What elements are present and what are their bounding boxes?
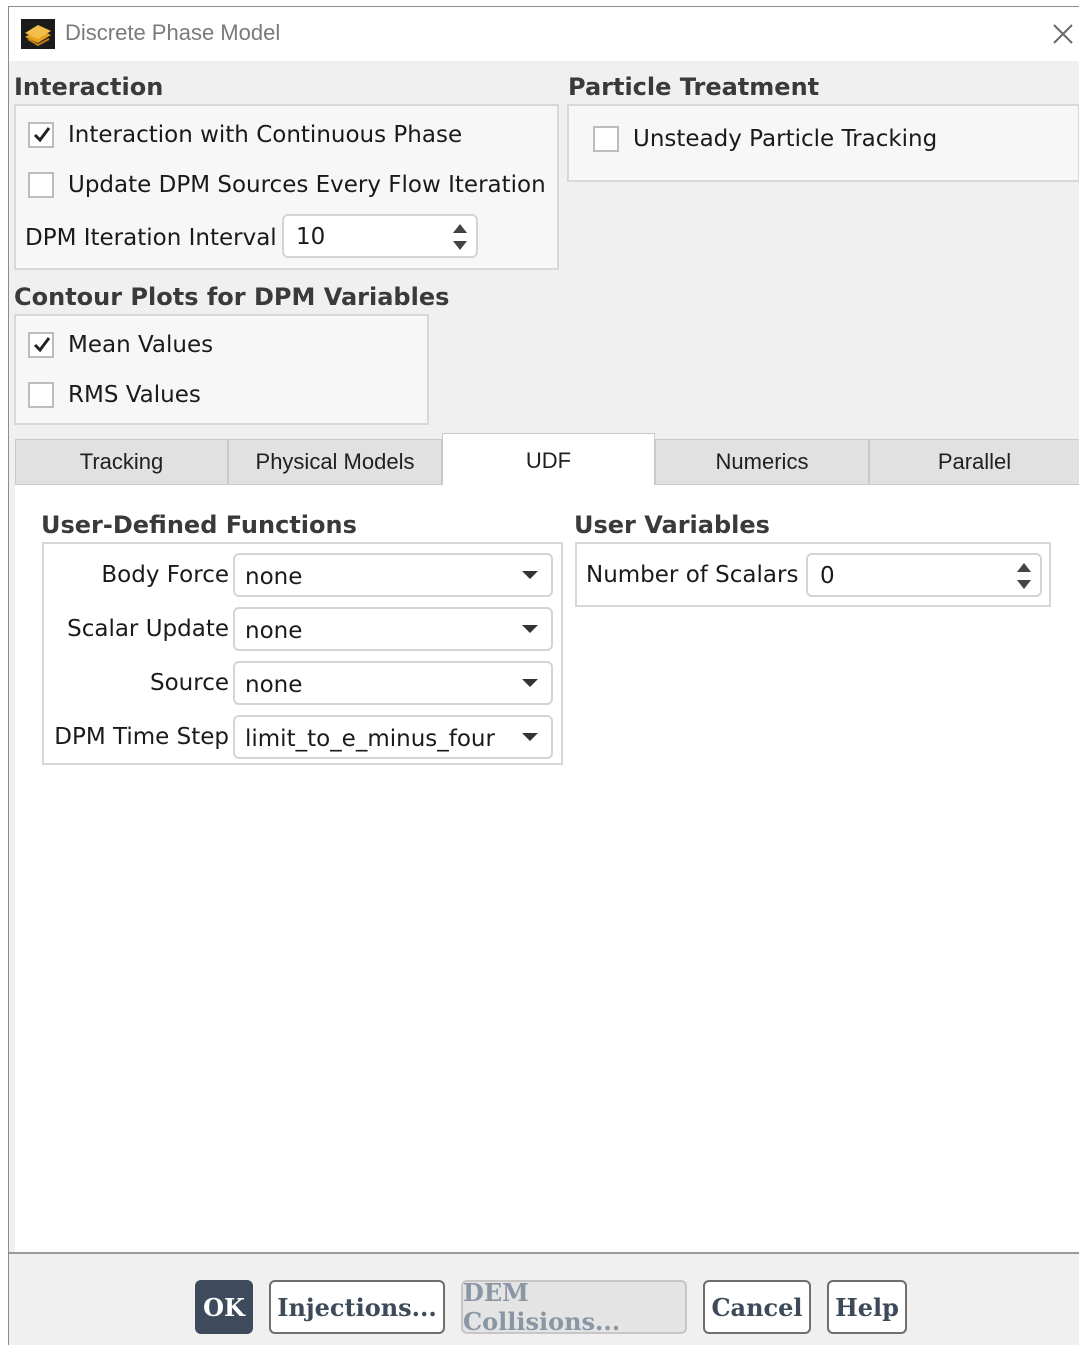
interaction-continuous-checkbox[interactable] [28, 122, 54, 148]
update-dpm-sources-label: Update DPM Sources Every Flow Iteration [68, 172, 546, 198]
particle-treatment-group: Unsteady Particle Tracking [567, 104, 1079, 182]
number-of-scalars-value: 0 [820, 563, 835, 589]
number-of-scalars-spinner[interactable]: 0 [806, 553, 1042, 597]
tab-udf[interactable]: UDF [442, 433, 655, 487]
ok-button[interactable]: OK [195, 1280, 253, 1334]
source-dropdown[interactable]: none [233, 661, 553, 705]
chevron-down-icon [522, 733, 538, 741]
scalar-update-value: none [245, 618, 303, 644]
unsteady-tracking-label: Unsteady Particle Tracking [633, 126, 938, 152]
scalar-update-label: Scalar Update [67, 616, 229, 642]
chevron-down-icon [522, 679, 538, 687]
body-force-label: Body Force [101, 562, 229, 588]
spinner-arrows-icon[interactable] [450, 218, 470, 256]
rms-values-checkbox[interactable] [28, 382, 54, 408]
close-icon[interactable] [1046, 17, 1079, 51]
dpm-time-step-dropdown[interactable]: limit_to_e_minus_four [233, 715, 553, 759]
rms-values-label: RMS Values [68, 382, 201, 408]
udf-tab-panel: User-Defined Functions Body Force none S… [15, 485, 1079, 1253]
particle-treatment-title: Particle Treatment [568, 73, 820, 101]
tab-parallel[interactable]: Parallel [869, 439, 1079, 485]
tab-physical-models[interactable]: Physical Models [228, 439, 442, 485]
unsteady-tracking-checkbox[interactable] [593, 126, 619, 152]
mean-values-checkbox[interactable] [28, 332, 54, 358]
dpm-time-step-label: DPM Time Step [54, 724, 229, 750]
button-divider [9, 1252, 1079, 1254]
iteration-interval-value: 10 [296, 224, 326, 250]
tab-numerics[interactable]: Numerics [655, 439, 869, 485]
tab-bar: Tracking Physical Models UDF Numerics Pa… [15, 433, 1079, 487]
iteration-interval-spinner[interactable]: 10 [282, 214, 478, 258]
help-button[interactable]: Help [827, 1280, 907, 1334]
title-bar: Discrete Phase Model [9, 7, 1079, 61]
spinner-arrows-icon[interactable] [1014, 557, 1034, 595]
interaction-continuous-label: Interaction with Continuous Phase [68, 122, 463, 148]
tab-tracking[interactable]: Tracking [15, 439, 228, 485]
window-title: Discrete Phase Model [65, 20, 281, 45]
cancel-button[interactable]: Cancel [703, 1280, 811, 1334]
number-of-scalars-label: Number of Scalars [586, 562, 799, 588]
udf-group: Body Force none Scalar Update none Sourc… [42, 542, 563, 765]
update-dpm-sources-row[interactable]: Update DPM Sources Every Flow Iteration [28, 172, 546, 198]
interaction-continuous-row[interactable]: Interaction with Continuous Phase [28, 122, 462, 148]
udf-title: User-Defined Functions [41, 511, 357, 539]
iteration-interval-label: DPM Iteration Interval [25, 225, 277, 251]
mean-values-label: Mean Values [68, 332, 214, 358]
body-force-dropdown[interactable]: none [233, 553, 553, 597]
fluent-app-icon [21, 19, 55, 49]
update-dpm-sources-checkbox[interactable] [28, 172, 54, 198]
dpm-dialog: Discrete Phase Model Interaction Interac… [8, 6, 1079, 1345]
user-variables-group: Number of Scalars 0 [575, 542, 1051, 607]
contour-plots-group: Mean Values RMS Values [14, 314, 429, 425]
source-label: Source [150, 670, 229, 696]
chevron-down-icon [522, 625, 538, 633]
mean-values-row[interactable]: Mean Values [28, 332, 213, 358]
source-value: none [245, 672, 303, 698]
rms-values-row[interactable]: RMS Values [28, 382, 201, 408]
interaction-group: Interaction with Continuous Phase Update… [14, 104, 559, 270]
user-variables-title: User Variables [574, 511, 770, 539]
checkmark-icon [33, 127, 51, 143]
body-force-value: none [245, 564, 303, 590]
dem-collisions-button[interactable]: DEM Collisions... [461, 1278, 687, 1336]
interaction-title: Interaction [14, 73, 164, 101]
chevron-down-icon [522, 571, 538, 579]
unsteady-tracking-row[interactable]: Unsteady Particle Tracking [593, 126, 937, 152]
dpm-time-step-value: limit_to_e_minus_four [245, 726, 495, 752]
checkmark-icon [33, 337, 51, 353]
scalar-update-dropdown[interactable]: none [233, 607, 553, 651]
contour-plots-title: Contour Plots for DPM Variables [14, 283, 450, 311]
injections-button[interactable]: Injections... [269, 1280, 445, 1334]
